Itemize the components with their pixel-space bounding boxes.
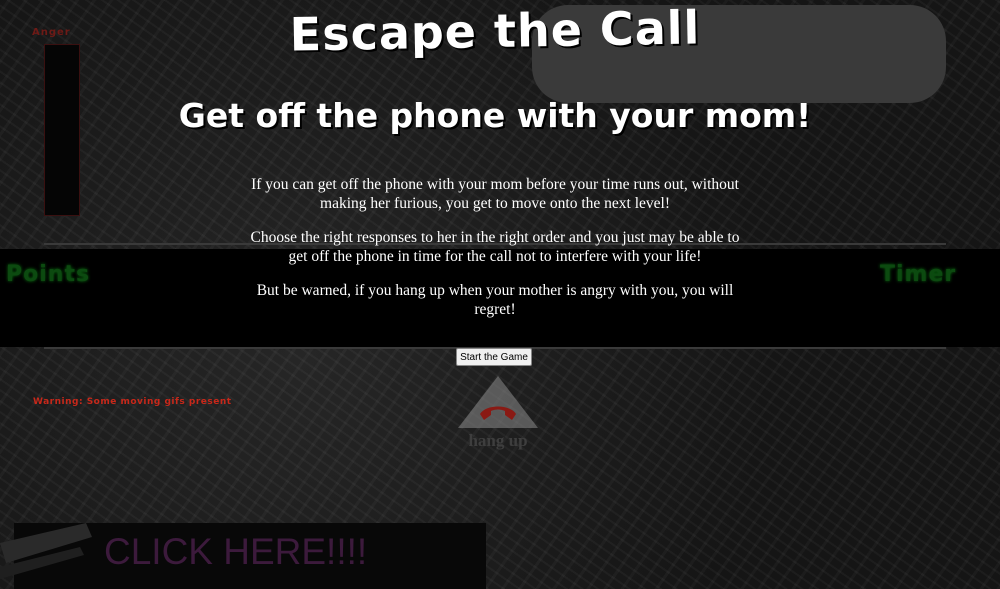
points-label: Points xyxy=(6,262,91,287)
moving-gifs-warning: Warning: Some moving gifs present xyxy=(33,397,232,407)
start-game-button[interactable]: Start the Game xyxy=(456,348,532,366)
game-subtitle: Get off the phone with your mom! xyxy=(178,96,812,135)
phone-hangup-icon[interactable] xyxy=(456,374,540,430)
intro-paragraph: Choose the right responses to her in the… xyxy=(250,229,740,265)
timer-label: Timer xyxy=(880,262,957,287)
intro-paragraph: If you can get off the phone with your m… xyxy=(251,176,739,212)
click-here-ad-link[interactable]: CLICK HERE!!!! xyxy=(104,531,367,573)
hangup-label[interactable]: hang up xyxy=(462,431,534,451)
intro-text: If you can get off the phone with your m… xyxy=(245,175,745,334)
intro-paragraph: But be warned, if you hang up when your … xyxy=(256,282,734,318)
ad-graphic xyxy=(0,523,100,589)
hangup-triangle-icon xyxy=(458,376,538,428)
